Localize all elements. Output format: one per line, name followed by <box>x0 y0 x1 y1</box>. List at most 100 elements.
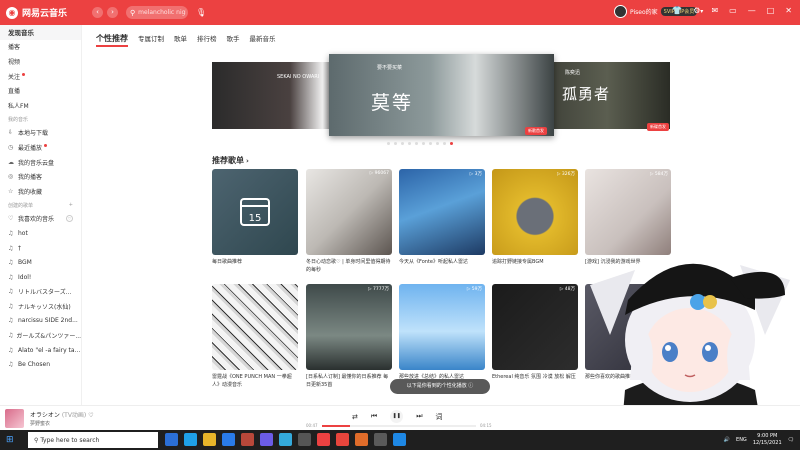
playlist-cover[interactable]: ▷ 96067 <box>306 169 392 255</box>
playlist-title[interactable]: [日系私人订制] 最懂你的日系推荐 每日更新35首 <box>306 373 392 389</box>
playlist-card[interactable]: ▷ 48万 Ethereal 纯音乐 氛围 冷漠 放松 解压 <box>492 284 578 389</box>
section-title[interactable]: 推荐歌单 › <box>212 155 249 166</box>
sidebar-item-follow[interactable]: 关注 <box>0 69 81 84</box>
add-playlist-icon[interactable]: + <box>69 202 73 208</box>
skin-icon[interactable]: 👕 <box>672 6 682 15</box>
taskview-icon[interactable] <box>165 433 178 446</box>
playlist-card[interactable]: ▷ 96067 冬日心动恋歌♡ | 单身时间里值得期待的每秒 <box>306 169 392 274</box>
progress-bar[interactable] <box>322 425 476 427</box>
forward-arrow-icon[interactable]: › <box>107 7 118 18</box>
banner-slide-left[interactable] <box>212 62 342 129</box>
carousel-dot[interactable] <box>436 142 439 145</box>
sidebar-item-video[interactable]: 视频 <box>0 54 81 69</box>
sidebar-playlist[interactable]: ♫ Idol! <box>0 270 81 285</box>
carousel-dot[interactable] <box>408 142 411 145</box>
playlist-title[interactable]: 今天从《Fonte》听起私人雷达 <box>399 258 485 274</box>
windows-start-icon[interactable]: ⊞ <box>6 435 14 445</box>
search-box[interactable]: ⚲ <box>126 6 188 19</box>
carousel-dot[interactable] <box>401 142 404 145</box>
user-avatar[interactable] <box>614 5 627 18</box>
app-logo[interactable]: ◉ 网易云音乐 <box>6 6 88 19</box>
playlist-title[interactable]: Ethereal 纯音乐 氛围 冷漠 放松 解压 <box>492 373 578 389</box>
mic-icon[interactable]: 🎙 <box>196 8 206 17</box>
app-icon[interactable] <box>241 433 254 446</box>
carousel-dot[interactable] <box>415 142 418 145</box>
heartbeat-mode-icon[interactable]: ♡ <box>66 215 73 223</box>
playlist-title[interactable]: 冬日心动恋歌♡ | 单身时间里值得期待的每秒 <box>306 258 392 274</box>
playlist-cover[interactable]: ▷ 7777万 <box>306 284 392 370</box>
playlist-cover[interactable]: ▷ 48万 <box>492 284 578 370</box>
personalization-toast[interactable]: 以下是你看到的个性化播放 ⓘ <box>390 379 490 394</box>
playlist-card[interactable]: 15 每日歌曲推荐 <box>212 169 298 274</box>
carousel-dot[interactable] <box>450 142 453 145</box>
sidebar-playlist[interactable]: ♫ ナルキッソス(水仙) <box>0 299 81 314</box>
carousel-dot[interactable] <box>394 142 397 145</box>
sidebar-playlist[interactable]: ♫ † <box>0 241 81 256</box>
carousel-dot[interactable] <box>387 142 390 145</box>
playlist-card[interactable]: 雷霆战《ONE PUNCH MAN 一拳超人》动漫音乐 <box>212 284 298 389</box>
netease-music-taskbar-icon[interactable] <box>317 433 330 446</box>
playlist-card[interactable]: ▷ 7777万 [日系私人订制] 最懂你的日系推荐 每日更新35首 <box>306 284 392 389</box>
tab-playlists[interactable]: 歌单 <box>174 33 187 47</box>
maximize-icon[interactable]: □ <box>767 6 775 15</box>
speaker-icon[interactable]: 🔊 <box>724 437 730 443</box>
like-heart-icon[interactable]: ♡ <box>88 412 93 419</box>
playlist-cover[interactable]: ▷ 3万 <box>399 169 485 255</box>
now-playing-artist[interactable]: 夢野蜜衣 <box>30 420 50 427</box>
file-explorer-icon[interactable] <box>203 433 216 446</box>
next-track-icon[interactable]: ⏭ <box>416 412 422 421</box>
notifications-icon[interactable]: 🗨 <box>788 437 794 443</box>
app-icon[interactable] <box>374 433 387 446</box>
sidebar-item-live[interactable]: 直播 <box>0 83 81 98</box>
sidebar-item-podcast[interactable]: 播客 <box>0 40 81 55</box>
mail-icon[interactable]: ✉ <box>711 6 718 15</box>
tab-recommend[interactable]: 个性推荐 <box>96 33 128 47</box>
minimize-icon[interactable]: — <box>748 6 756 15</box>
edge-browser-icon[interactable] <box>184 433 197 446</box>
pause-button[interactable]: ❚❚ <box>390 410 404 423</box>
playlist-cover[interactable]: ▷ 59万 <box>399 284 485 370</box>
now-playing-cover[interactable] <box>5 409 24 428</box>
sidebar-item-my-podcast[interactable]: ◎ 我的播客 <box>0 169 81 184</box>
taskbar-search[interactable]: ⚲ Type here to search <box>28 432 158 448</box>
tab-new-music[interactable]: 最新音乐 <box>250 33 276 47</box>
lyrics-icon[interactable]: 词 <box>436 412 443 422</box>
sidebar-playlist[interactable]: ♫ BGM <box>0 255 81 270</box>
carousel-dot[interactable] <box>422 142 425 145</box>
shuffle-icon[interactable]: ⇄ <box>352 413 358 421</box>
playlist-title[interactable]: 雷霆战《ONE PUNCH MAN 一拳超人》动漫音乐 <box>212 373 298 389</box>
store-icon[interactable] <box>222 433 235 446</box>
sidebar-playlist[interactable]: ♫ Alato "el -a fairy ta... <box>0 343 81 358</box>
tab-charts[interactable]: 排行榜 <box>197 33 217 47</box>
sidebar-item-recent[interactable]: ◷ 最近播放 <box>0 140 81 155</box>
search-input[interactable] <box>138 9 187 16</box>
sidebar-playlist[interactable]: ♫ hot <box>0 226 81 241</box>
sidebar-item-favorites[interactable]: ☆ 我的收藏 <box>0 184 81 199</box>
sidebar-playlist-liked[interactable]: ♡ 我喜欢的音乐 ♡ <box>0 212 81 227</box>
playlist-cover[interactable]: ▷ 326万 <box>492 169 578 255</box>
app-icon[interactable] <box>298 433 311 446</box>
carousel-dot[interactable] <box>443 142 446 145</box>
playlist-title[interactable]: 每日歌曲推荐 <box>212 258 298 274</box>
back-arrow-icon[interactable]: ‹ <box>92 7 103 18</box>
tab-custom[interactable]: 专属订制 <box>138 33 164 47</box>
sidebar-item-fm[interactable]: 私人FM <box>0 98 81 113</box>
playlist-card[interactable]: ▷ 3万 今天从《Fonte》听起私人雷达 <box>399 169 485 274</box>
now-playing-title[interactable]: オラシオン (TV动画) ♡ <box>30 410 94 419</box>
settings-gear-icon[interactable]: ⚙ <box>693 6 700 15</box>
tab-artists[interactable]: 歌手 <box>227 33 240 47</box>
previous-track-icon[interactable]: ⏮ <box>371 412 377 421</box>
telegram-icon[interactable] <box>279 433 292 446</box>
sidebar-item-cloud[interactable]: ☁ 我的音乐云盘 <box>0 155 81 170</box>
sidebar-playlist[interactable]: ♫ ガールズ&パンツァー... <box>0 328 81 343</box>
app-icon[interactable] <box>260 433 273 446</box>
sidebar-playlist[interactable]: ♫ Be Chosen <box>0 357 81 372</box>
playlist-cover[interactable] <box>212 284 298 370</box>
user-name[interactable]: Piseo的家 <box>630 7 658 16</box>
sidebar-item-discover[interactable]: 发现音乐 <box>0 25 81 40</box>
carousel-dot[interactable] <box>429 142 432 145</box>
sidebar-playlist[interactable]: ♫ リトルバスターズ... <box>0 285 81 300</box>
playlist-title[interactable]: 追踪打野链接专属BGM <box>492 258 578 274</box>
close-icon[interactable]: ✕ <box>785 6 792 15</box>
clock[interactable]: 9:00 PM 12/15/2021 <box>753 433 782 447</box>
